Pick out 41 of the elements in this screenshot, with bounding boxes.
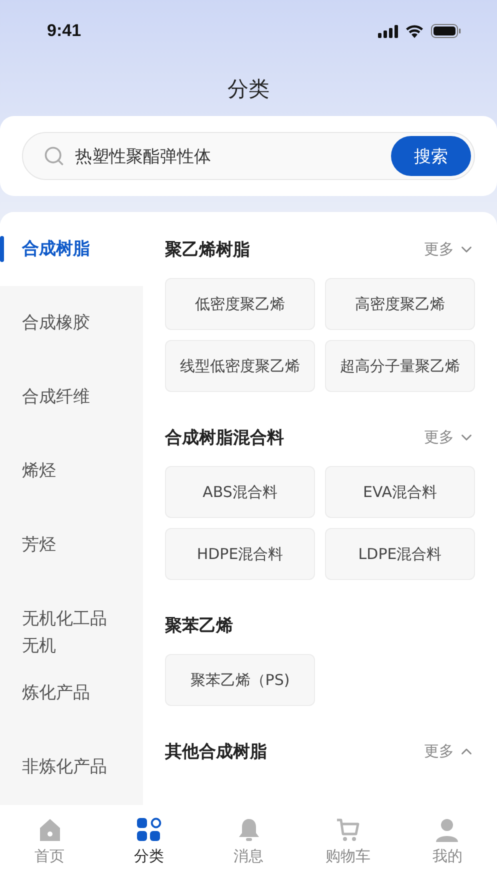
sidebar-item[interactable]: 合成橡胶 (0, 286, 143, 360)
sidebar-item[interactable]: 合成纤维 (0, 360, 143, 434)
sidebar-item[interactable]: 无机化工品无机 (0, 582, 143, 656)
page-title: 分类 (228, 76, 270, 103)
section-title: 合成树脂混合料 (165, 426, 284, 448)
section-title: 聚乙烯树脂 (165, 238, 250, 260)
sidebar-item[interactable]: 烯烃 (0, 434, 143, 508)
sidebar-item[interactable]: 芳烃 (0, 508, 143, 582)
subcategory-chip[interactable]: EVA混合料 (325, 466, 475, 518)
tab-item[interactable]: 分类 (99, 817, 199, 883)
section-title: 聚苯乙烯 (165, 614, 233, 636)
person-icon (434, 817, 460, 843)
tab-item[interactable]: 购物车 (298, 817, 398, 883)
search-field[interactable]: 热塑性聚酯弹性体 搜索 (22, 132, 475, 180)
wifi-icon (405, 24, 424, 38)
subcategory-chip[interactable]: 超高分子量聚乙烯 (325, 340, 475, 392)
subcategory-chip[interactable]: 低密度聚乙烯 (165, 278, 315, 330)
signal-icon (378, 24, 398, 38)
more-link[interactable]: 更多 (424, 742, 475, 760)
subcategory-chip[interactable]: ABS混合料 (165, 466, 315, 518)
sidebar-item[interactable]: 炼化产品 (0, 656, 143, 730)
battery-icon (431, 24, 461, 38)
grid-icon (136, 817, 162, 843)
status-time: 9:41 (47, 21, 82, 41)
more-link[interactable]: 更多 (424, 240, 475, 258)
tab-item[interactable]: 我的 (398, 817, 497, 883)
tab-item[interactable]: 首页 (0, 817, 100, 883)
selection-indicator (0, 236, 4, 262)
section-title: 其他合成树脂 (165, 740, 267, 762)
subcategory-chip[interactable]: 线型低密度聚乙烯 (165, 340, 315, 392)
search-button[interactable]: 搜索 (391, 136, 471, 176)
sidebar-item[interactable]: 合成树脂 (0, 212, 143, 286)
subcategory-chip[interactable]: 高密度聚乙烯 (325, 278, 475, 330)
cart-icon (334, 817, 361, 843)
subcategory-chip[interactable]: LDPE混合料 (325, 528, 475, 580)
more-link[interactable]: 更多 (424, 428, 475, 446)
sidebar-item[interactable]: 非炼化产品 (0, 730, 143, 804)
subcategory-chip[interactable]: HDPE混合料 (165, 528, 315, 580)
tab-item[interactable]: 消息 (198, 817, 298, 883)
subcategory-chip[interactable]: 聚苯乙烯（PS) (165, 654, 315, 706)
search-icon (43, 145, 65, 167)
